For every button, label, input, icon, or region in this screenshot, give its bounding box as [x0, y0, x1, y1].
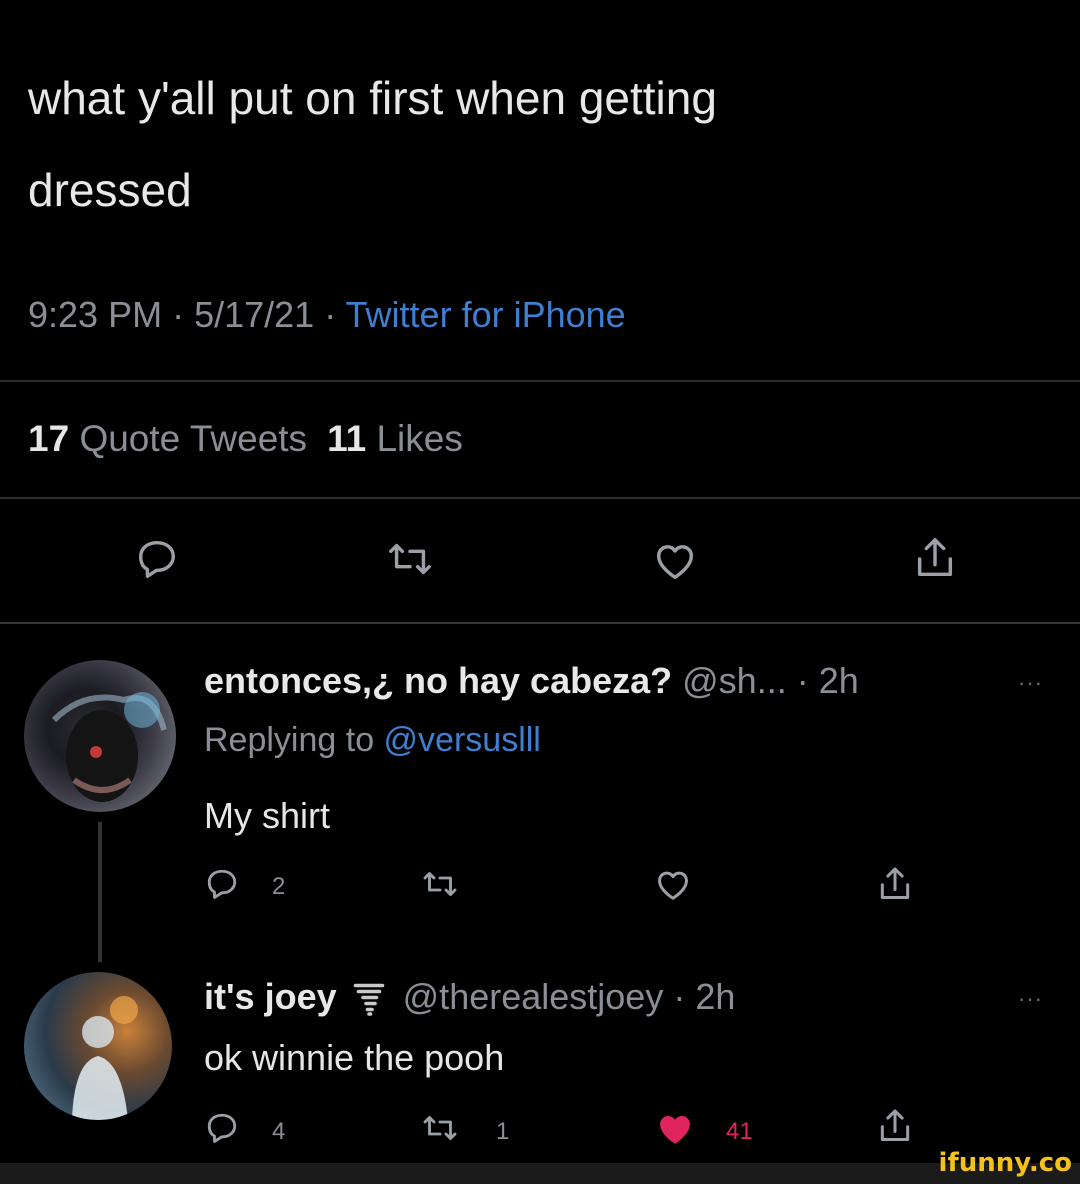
tweet-stats: 17 Quote Tweets 11 Likes	[28, 418, 463, 460]
more-options-icon[interactable]: ···	[1018, 670, 1043, 696]
divider	[0, 497, 1080, 499]
like-count: 41	[726, 1118, 753, 1145]
like-icon[interactable]	[654, 866, 692, 902]
reply-time: · 2h	[663, 976, 736, 1017]
retweet-count: 1	[496, 1118, 510, 1145]
reply-icon[interactable]	[134, 536, 180, 582]
reply-icon[interactable]	[204, 866, 240, 902]
reply-count: 4	[272, 1118, 286, 1145]
reply-icon[interactable]	[204, 1110, 240, 1146]
reply-header: entonces,¿ no hay cabeza? @sh... · 2h	[204, 660, 859, 702]
tweet-meta: 9:23 PM · 5/17/21 · Twitter for iPhone	[28, 294, 626, 336]
retweet-icon[interactable]	[420, 1110, 460, 1146]
reply-time: · 2h	[786, 660, 859, 701]
ifunny-watermark: ifunny.co	[938, 1148, 1072, 1178]
more-options-icon[interactable]: ···	[1018, 986, 1043, 1012]
display-name[interactable]: entonces,¿ no hay cabeza?	[204, 660, 672, 701]
retweet-icon[interactable]	[420, 866, 460, 902]
tweet-text-line-2: dressed	[28, 164, 192, 216]
quote-label: Quote Tweets	[79, 418, 308, 459]
reply-count: 2	[272, 873, 286, 900]
share-icon[interactable]	[876, 864, 914, 904]
divider	[0, 622, 1080, 624]
replying-to-handle[interactable]: @versuslll	[384, 721, 541, 759]
avatar[interactable]	[24, 972, 172, 1120]
share-icon[interactable]	[912, 534, 958, 582]
liked-heart-icon[interactable]	[654, 1108, 696, 1148]
footer-bar	[0, 1163, 1080, 1184]
quote-count: 17	[28, 418, 70, 459]
share-icon[interactable]	[876, 1106, 914, 1146]
thread-line	[98, 822, 102, 962]
like-count: 11	[327, 418, 367, 459]
tweet-source-link[interactable]: Twitter for iPhone	[346, 294, 626, 335]
like-icon[interactable]	[652, 538, 698, 582]
reply-text: My shirt	[204, 795, 330, 836]
divider	[0, 380, 1080, 382]
display-name[interactable]: it's joey	[204, 976, 337, 1017]
likes-label: Likes	[376, 418, 463, 459]
replying-to-label: Replying to	[204, 721, 384, 759]
user-handle[interactable]: @therealestjoey	[403, 976, 664, 1017]
replying-to: Replying to @versuslll	[204, 721, 541, 760]
meta-separator: ·	[162, 294, 195, 335]
reply-header: it's joey @therealestjoey · 2h	[204, 976, 735, 1019]
meta-separator: ·	[314, 294, 346, 335]
user-handle[interactable]: @sh...	[682, 660, 787, 701]
reply-text: ok winnie the pooh	[204, 1037, 505, 1078]
tornado-emoji-icon	[351, 979, 387, 1019]
quote-tweets-stat[interactable]: 17 Quote Tweets	[28, 418, 307, 459]
tweet-text-line-1: what y'all put on first when getting	[28, 72, 717, 124]
tweet-date: 5/17/21	[194, 294, 315, 335]
likes-stat[interactable]: 11 Likes	[327, 418, 463, 459]
avatar[interactable]	[24, 660, 176, 812]
tweet-text: what y'all put on first when getting dre…	[28, 52, 1028, 236]
tweet-time: 9:23 PM	[28, 294, 163, 335]
retweet-icon[interactable]	[385, 536, 435, 582]
